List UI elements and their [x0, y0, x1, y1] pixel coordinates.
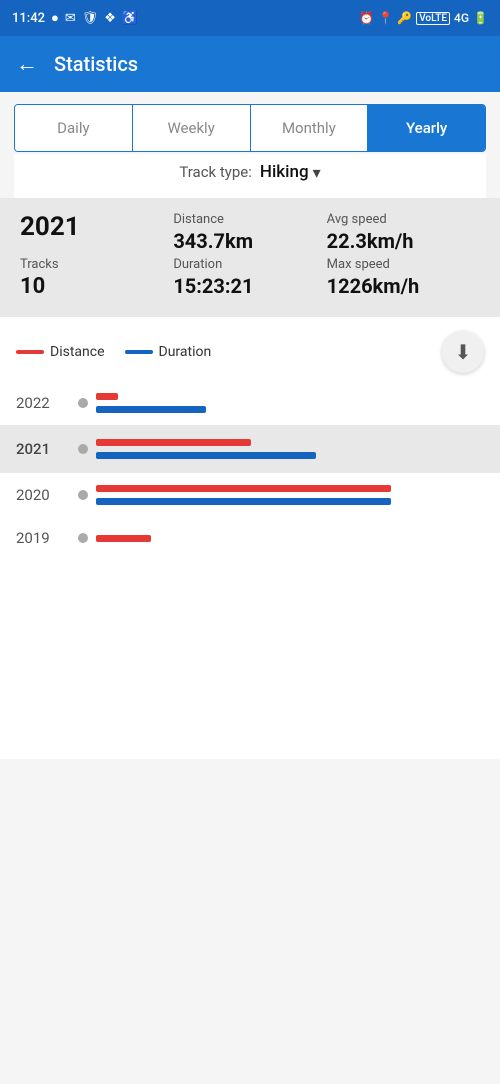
duration-legend-label: Duration [159, 344, 212, 360]
avg-speed-value: 22.3km/h [327, 229, 480, 253]
dot-2022 [78, 398, 88, 408]
chart-row-2021: 2021 [0, 425, 500, 473]
duration-bar-2020 [96, 498, 391, 505]
signal-icon: ● [51, 10, 59, 26]
bars-2021 [70, 439, 500, 459]
tracks-value: 10 [20, 274, 173, 299]
dot-2021 [78, 444, 88, 454]
distance-bar-2019 [96, 535, 151, 542]
dropdown-arrow-icon: ▾ [313, 163, 321, 182]
key-icon: 🔑 [397, 11, 412, 25]
duration-bar-2022 [96, 406, 206, 413]
message-icon: ✉ [65, 11, 76, 26]
avg-speed-label-cell: Avg speed 22.3km/h [327, 212, 480, 253]
distance-legend-label: Distance [50, 344, 105, 360]
status-right: ⏰ 📍 🔑 VoLTE 4G 🔋 [359, 11, 488, 25]
tab-yearly[interactable]: Yearly [368, 105, 485, 151]
back-button[interactable]: ← [16, 51, 38, 77]
distance-value: 343.7km [173, 229, 326, 253]
4g-icon: 4G [454, 11, 469, 25]
distance-label-cell: Distance 343.7km [173, 212, 326, 253]
tracks-label: Tracks [20, 257, 173, 272]
duration-bar-2021 [96, 452, 316, 459]
status-bar: 11:42 ● ✉ 🛡 ❖ ♿ ⏰ 📍 🔑 VoLTE 4G 🔋 [0, 0, 500, 36]
chart-area: Distance Duration ⬇ 2022 2021 [0, 317, 500, 559]
max-speed-cell: Max speed 1226km/h [327, 257, 480, 299]
export-button[interactable]: ⬇ [442, 331, 484, 373]
tab-bar: Daily Weekly Monthly Yearly [14, 104, 486, 152]
page-title: Statistics [54, 52, 138, 76]
bars-2020 [70, 485, 484, 505]
duration-legend-line [125, 350, 153, 354]
tracks-cell: Tracks 10 [20, 257, 173, 299]
dot-2019 [78, 533, 88, 543]
volte-icon: VoLTE [416, 12, 450, 25]
distance-bar-2020 [96, 485, 391, 492]
bottom-space [0, 559, 500, 759]
layers-icon: ❖ [104, 11, 116, 26]
location-icon: 📍 [378, 11, 393, 25]
distance-legend-line [16, 350, 44, 354]
legend-duration: Duration [125, 344, 212, 360]
bars-2019 [70, 535, 484, 542]
distance-label: Distance [173, 212, 326, 227]
tab-monthly[interactable]: Monthly [251, 105, 369, 151]
battery-icon: 🔋 [473, 11, 488, 25]
clock-icon: ⏰ [359, 11, 374, 25]
year-label-2020: 2020 [16, 486, 70, 504]
status-left: 11:42 ● ✉ 🛡 ❖ ♿ [12, 10, 138, 26]
app-header: ← Statistics [0, 36, 500, 92]
tab-daily[interactable]: Daily [15, 105, 133, 151]
stats-block: 2021 Distance 343.7km Avg speed 22.3km/h… [0, 198, 500, 317]
track-type-label: Track type: [179, 163, 252, 181]
distance-bar-2022 [96, 393, 118, 400]
distance-bar-2021 [96, 439, 251, 446]
chart-row-2020: 2020 [16, 473, 484, 517]
track-type-value: Hiking [260, 162, 309, 182]
legend-distance: Distance [16, 344, 105, 360]
bars-2022 [70, 393, 484, 413]
year-label-2021: 2021 [16, 440, 70, 458]
year-label-2022: 2022 [16, 394, 70, 412]
shield-icon: 🛡 [82, 11, 99, 26]
chart-row-2022: 2022 [16, 381, 484, 425]
max-speed-label: Max speed [327, 257, 480, 272]
duration-label: Duration [173, 257, 326, 272]
avg-speed-label: Avg speed [327, 212, 480, 227]
dot-2020 [78, 490, 88, 500]
year-label-2019: 2019 [16, 529, 70, 547]
track-type-dropdown[interactable]: Hiking ▾ [260, 162, 321, 182]
accessibility-icon: ♿ [122, 11, 138, 26]
duration-cell: Duration 15:23:21 [173, 257, 326, 299]
year-value: 2021 [20, 212, 173, 253]
tab-weekly[interactable]: Weekly [133, 105, 251, 151]
chart-rows-container: 2022 2021 2020 20 [16, 381, 484, 559]
max-speed-value: 1226km/h [327, 274, 480, 298]
status-time: 11:42 [12, 11, 45, 26]
duration-value: 15:23:21 [173, 274, 326, 298]
chart-row-2019: 2019 [16, 517, 484, 559]
chart-legend: Distance Duration [16, 344, 211, 360]
